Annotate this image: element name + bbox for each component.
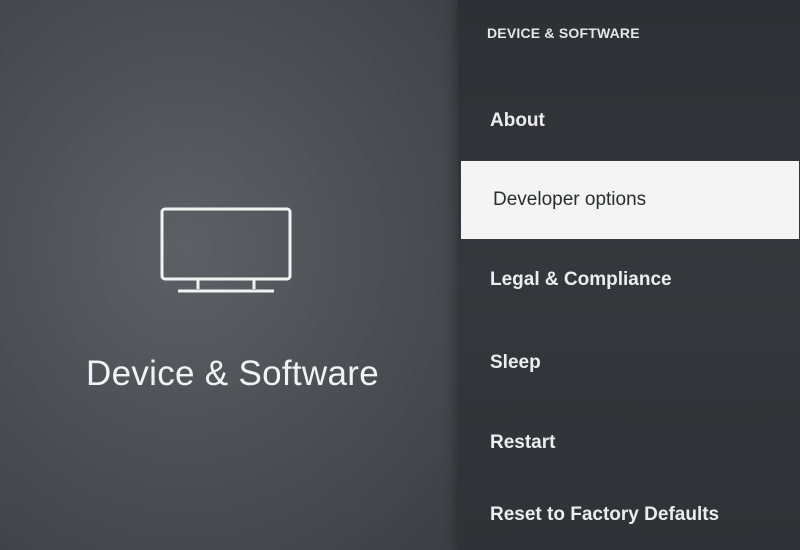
settings-menu-panel: DEVICE & SOFTWARE About Developer option… [458, 0, 800, 550]
tv-icon [160, 207, 292, 293]
menu-header: DEVICE & SOFTWARE [487, 25, 640, 41]
menu-item-restart[interactable]: Restart [458, 413, 800, 473]
menu-item-developer-options[interactable]: Developer options [461, 161, 799, 239]
category-preview-panel: Device & Software [0, 0, 462, 550]
fire-tv-settings-screen: Device & Software DEVICE & SOFTWARE Abou… [0, 0, 800, 550]
menu-item-legal-compliance[interactable]: Legal & Compliance [458, 250, 800, 310]
menu-item-reset-factory-defaults[interactable]: Reset to Factory Defaults [458, 485, 800, 545]
menu-item-about[interactable]: About [458, 91, 800, 151]
category-title: Device & Software [86, 354, 379, 393]
menu-item-sleep[interactable]: Sleep [458, 333, 800, 393]
